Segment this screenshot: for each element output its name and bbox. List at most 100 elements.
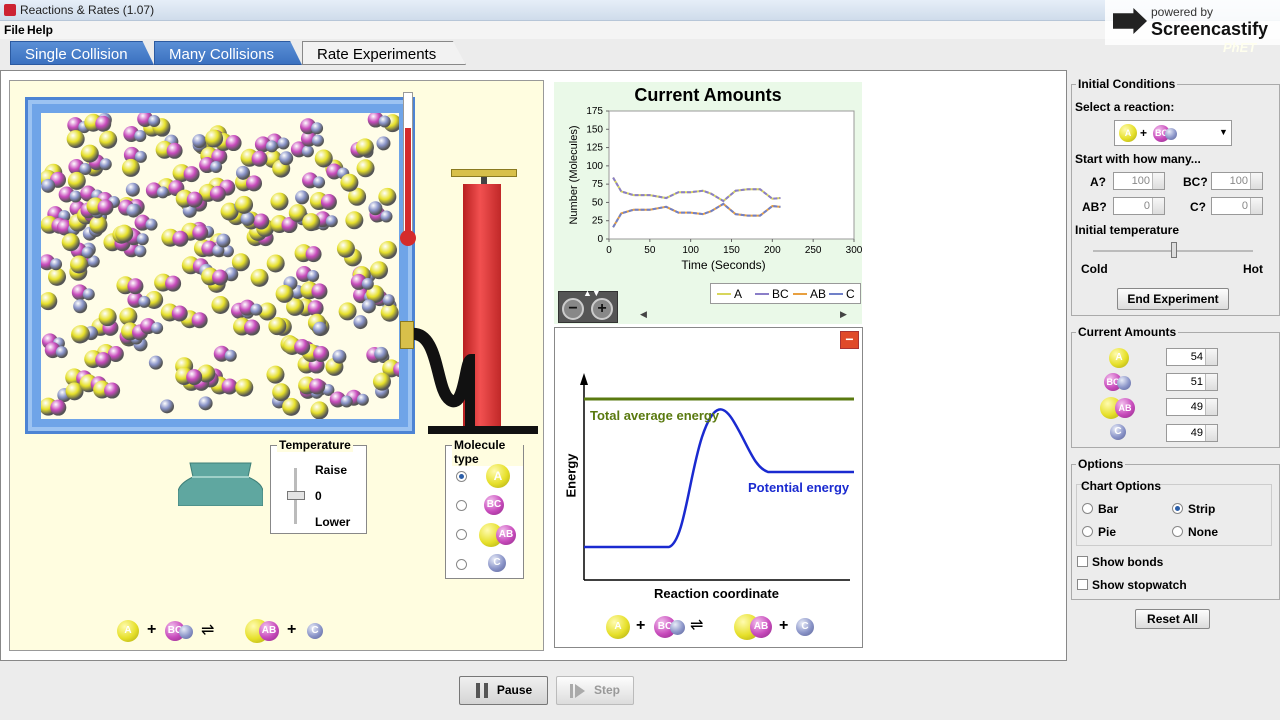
molecule-a-icon: A <box>486 464 510 488</box>
particle <box>99 158 112 171</box>
y-tick-label: 0 <box>597 234 603 245</box>
particle <box>71 325 90 344</box>
scroll-right-icon[interactable]: ▶ <box>840 309 847 320</box>
current-amounts-title: Current Amounts <box>1076 325 1179 339</box>
particle <box>225 135 242 152</box>
thermometer-bulb <box>400 230 416 246</box>
reaction-coordinate-label: Reaction coordinate <box>654 586 779 601</box>
particle <box>50 399 67 416</box>
amount-a-value[interactable]: 54 <box>1166 348 1218 366</box>
tab-single-collision[interactable]: Single Collision <box>10 41 154 65</box>
chart-scrollbar[interactable]: ◀ ▶ <box>640 309 850 323</box>
initial-c-input[interactable]: 0 <box>1211 197 1263 215</box>
initial-temperature-thumb[interactable] <box>1171 242 1177 258</box>
zoom-arrows-icon: ▲▼ <box>583 288 601 298</box>
molecule-radio-ab[interactable] <box>456 529 467 540</box>
control-panel: Initial Conditions Select a reaction: A … <box>1068 70 1280 660</box>
eq-a-icon: A <box>117 620 139 642</box>
particle <box>379 241 398 260</box>
y-tick-label: 125 <box>586 143 603 154</box>
pause-icon <box>476 683 480 698</box>
particle <box>210 161 223 174</box>
tab-rate-experiments[interactable]: Rate Experiments <box>302 41 466 65</box>
chart-none-radio[interactable] <box>1172 526 1183 537</box>
y-axis-label: Number (Molecules) <box>568 125 580 224</box>
amount-bc-value[interactable]: 51 <box>1166 373 1218 391</box>
particle <box>198 396 213 411</box>
molecule-radio-c[interactable] <box>456 559 467 570</box>
pause-button[interactable]: Pause <box>459 676 548 705</box>
particle <box>48 267 67 286</box>
particle <box>165 275 182 292</box>
show-stopwatch-checkbox[interactable] <box>1077 579 1088 590</box>
particle <box>325 215 338 228</box>
particle <box>159 399 174 414</box>
cold-label: Cold <box>1081 262 1108 276</box>
particle <box>171 305 188 322</box>
scroll-left-icon[interactable]: ◀ <box>640 309 647 320</box>
amount-a-icon: A <box>1109 348 1129 368</box>
particle <box>212 269 229 286</box>
particle <box>307 270 320 283</box>
show-bonds-checkbox[interactable] <box>1077 556 1088 567</box>
particle <box>99 130 118 149</box>
reaction-select[interactable]: A + BC ▼ <box>1114 120 1232 146</box>
pump-handle[interactable] <box>451 169 517 177</box>
temperature-slider-thumb[interactable] <box>287 491 305 500</box>
y-tick-label: 25 <box>592 216 604 227</box>
particle <box>311 134 324 147</box>
particle <box>376 136 391 151</box>
particle <box>250 303 263 316</box>
menu-file[interactable]: File <box>4 23 25 37</box>
tab-many-collisions[interactable]: Many Collisions <box>154 41 302 65</box>
chart-pie-radio[interactable] <box>1082 526 1093 537</box>
show-bonds-label: Show bonds <box>1092 555 1164 569</box>
strip-chart: 0 25 50 75 100 125 150 175 0 50 100 150 200 250 300 Tim… <box>568 107 862 272</box>
particle <box>41 178 56 193</box>
particle <box>266 254 285 273</box>
particle <box>148 355 163 370</box>
particle <box>41 292 58 311</box>
start-with-label: Start with how many... <box>1075 152 1201 166</box>
initial-bc-input[interactable]: 100 <box>1211 172 1263 190</box>
amount-c-value[interactable]: 49 <box>1166 424 1218 442</box>
step-button[interactable]: Step <box>556 676 634 705</box>
particle <box>145 218 158 231</box>
particle <box>148 115 161 128</box>
amount-ab-value[interactable]: 49 <box>1166 398 1218 416</box>
screencastify-watermark: powered by Screencastify PhET <box>1105 0 1280 55</box>
zoom-in-button[interactable]: + <box>591 298 613 320</box>
particle <box>95 115 112 132</box>
heater-icon[interactable] <box>178 461 263 506</box>
chart-bar-radio[interactable] <box>1082 503 1093 514</box>
initial-a-input[interactable]: 100 <box>1113 172 1165 190</box>
x-axis-label: Time (Seconds) <box>681 258 765 272</box>
particle <box>313 346 330 363</box>
particle <box>340 173 359 192</box>
molecule-radio-bc[interactable] <box>456 500 467 511</box>
zoom-out-button[interactable]: − <box>562 298 584 320</box>
particle <box>73 299 88 314</box>
particle <box>66 130 85 149</box>
menu-help[interactable]: Help <box>27 23 53 37</box>
particle <box>166 142 183 159</box>
initial-ab-input[interactable]: 0 <box>1113 197 1165 215</box>
initial-conditions-title: Initial Conditions <box>1076 77 1178 91</box>
particle <box>265 140 278 153</box>
legend-label-bc: BC <box>772 287 789 301</box>
molecule-radio-a[interactable] <box>456 471 467 482</box>
particle <box>345 211 364 230</box>
particle <box>82 288 95 301</box>
field-bc-label: BC? <box>1183 175 1208 189</box>
collapse-energy-button[interactable]: − <box>840 331 859 349</box>
end-experiment-button[interactable]: End Experiment <box>1117 288 1229 310</box>
particle <box>156 186 169 199</box>
particle <box>309 378 326 395</box>
particle <box>235 378 254 397</box>
title-bar: Reactions & Rates (1.07) <box>0 0 1280 21</box>
particle <box>294 338 311 355</box>
particle <box>338 302 357 321</box>
chart-strip-radio[interactable] <box>1172 503 1183 514</box>
reset-all-button[interactable]: Reset All <box>1135 609 1210 629</box>
particle <box>236 165 251 180</box>
